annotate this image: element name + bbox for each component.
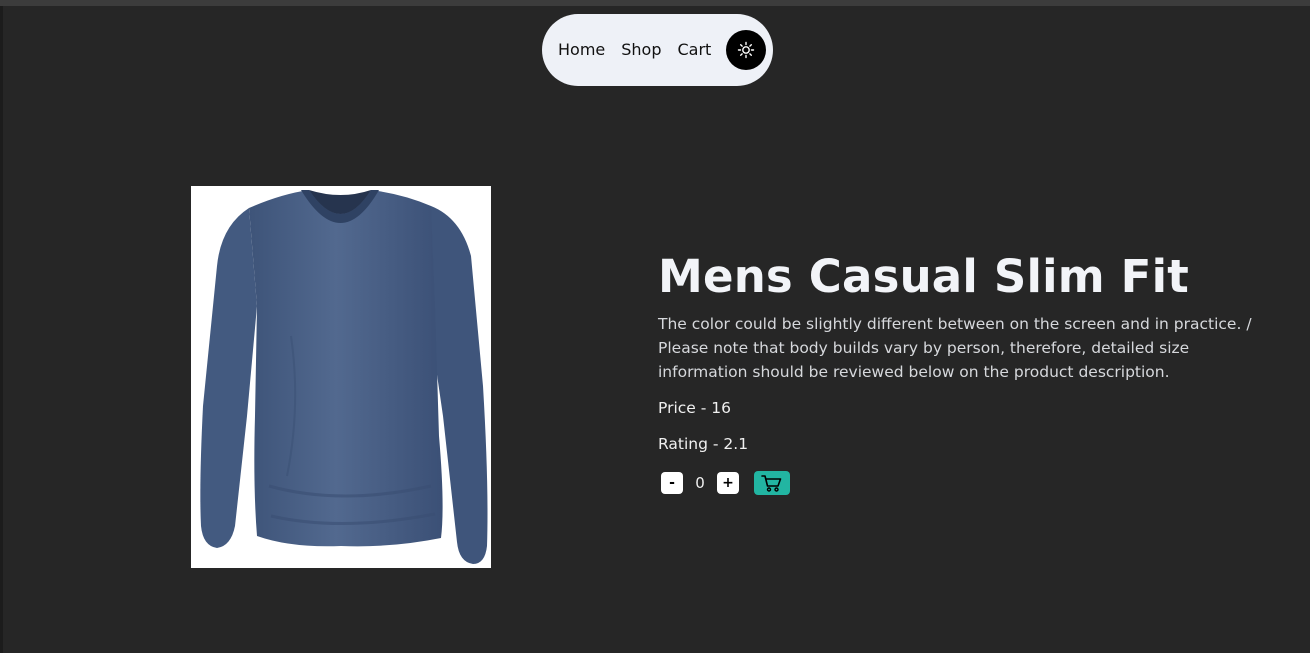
product-image (191, 186, 491, 568)
cart-controls: - 0 + (658, 471, 1278, 495)
cart-icon (761, 475, 782, 492)
product-price: Price - 16 (658, 399, 731, 417)
product-description: The color could be slightly different be… (658, 315, 1252, 381)
theme-toggle-button[interactable] (726, 30, 767, 70)
product-title: Mens Casual Slim Fit (658, 250, 1189, 303)
tshirt-image (200, 190, 488, 564)
product-rating: Rating - 2.1 (658, 435, 749, 453)
nav-link-cart[interactable]: Cart (678, 42, 712, 58)
quantity-value: 0 (695, 474, 705, 492)
navbar: Home Shop Cart (542, 14, 773, 86)
increase-quantity-button[interactable]: + (717, 472, 739, 494)
window-top-strip (0, 0, 1310, 6)
window-left-edge (0, 6, 3, 653)
decrease-quantity-button[interactable]: - (661, 472, 683, 494)
nav-link-home[interactable]: Home (558, 42, 605, 58)
product-details: Mens Casual Slim Fit The color could be … (658, 246, 1278, 495)
nav-link-shop[interactable]: Shop (621, 42, 661, 58)
sun-icon (738, 41, 755, 59)
add-to-cart-button[interactable] (754, 471, 790, 495)
